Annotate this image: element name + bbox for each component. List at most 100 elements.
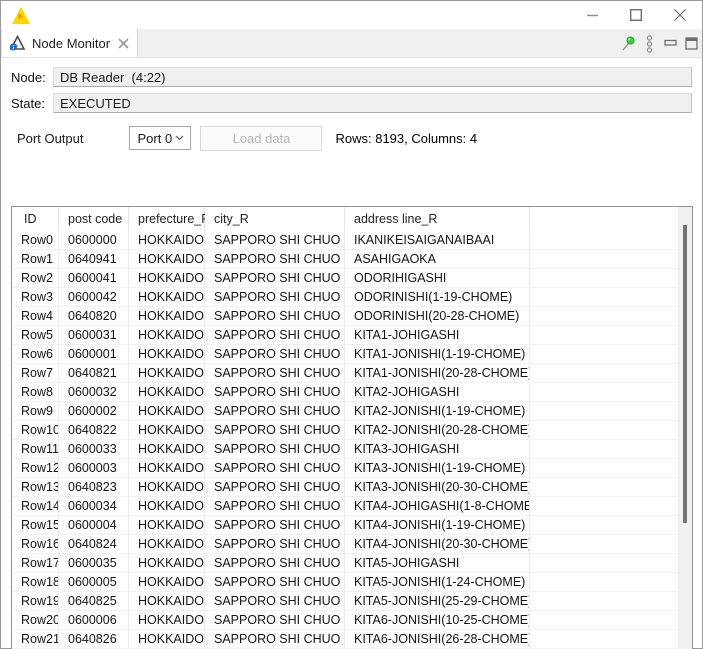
window-maximize-button[interactable] <box>614 1 658 29</box>
table-cell: Row11 <box>12 440 59 459</box>
column-header-prefecture[interactable]: prefecture_R <box>129 207 210 231</box>
vertical-scrollbar[interactable] <box>678 207 692 649</box>
table-cell: SAPPORO SHI CHUO KU <box>205 478 345 497</box>
table-cell: Row10 <box>12 421 59 440</box>
table-row[interactable]: Row120600003HOKKAIDOSAPPORO SHI CHUO KUK… <box>12 459 692 478</box>
table-cell: SAPPORO SHI CHUO KU <box>205 402 345 421</box>
maximize-view-button[interactable] <box>681 29 702 58</box>
table-row[interactable]: Row200600006HOKKAIDOSAPPORO SHI CHUO KUK… <box>12 611 692 630</box>
table-cell <box>530 440 692 459</box>
table-cell: SAPPORO SHI CHUO KU <box>205 345 345 364</box>
table-row[interactable]: Row40640820HOKKAIDOSAPPORO SHI CHUO KUOD… <box>12 307 692 326</box>
table-row[interactable]: Row210640826HOKKAIDOSAPPORO SHI CHUO KUK… <box>12 630 692 649</box>
table-cell <box>530 516 692 535</box>
table-cell: Row7 <box>12 364 59 383</box>
window-maximize-icon <box>630 9 642 21</box>
table-cell: KITA2-JOHIGASHI <box>345 383 530 402</box>
table-cell: HOKKAIDO <box>129 250 205 269</box>
table-row[interactable]: Row20600041HOKKAIDOSAPPORO SHI CHUO KUOD… <box>12 269 692 288</box>
table-cell <box>530 402 692 421</box>
table-cell: ODORIHIGASHI <box>345 269 530 288</box>
table-cell: SAPPORO SHI CHUO KU <box>205 364 345 383</box>
table-cell <box>530 231 692 250</box>
column-header-address-line[interactable]: address line_R <box>345 207 530 231</box>
node-label: Node: <box>11 69 46 85</box>
table-cell: 0600032 <box>59 383 129 402</box>
table-row[interactable]: Row160640824HOKKAIDOSAPPORO SHI CHUO KUK… <box>12 535 692 554</box>
table-cell: 0640825 <box>59 592 129 611</box>
table-row[interactable]: Row80600032HOKKAIDOSAPPORO SHI CHUO KUKI… <box>12 383 692 402</box>
table-row[interactable]: Row190640825HOKKAIDOSAPPORO SHI CHUO KUK… <box>12 592 692 611</box>
table-cell <box>530 554 692 573</box>
column-header-id[interactable]: ID <box>12 207 59 231</box>
table-cell: HOKKAIDO <box>129 554 205 573</box>
table-cell: KITA3-JOHIGASHI <box>345 440 530 459</box>
table-cell <box>530 421 692 440</box>
table-cell: HOKKAIDO <box>129 402 205 421</box>
column-header-city[interactable]: city_R <box>205 207 345 231</box>
table-cell: HOKKAIDO <box>129 516 205 535</box>
window-close-button[interactable] <box>658 1 702 29</box>
table-row[interactable]: Row50600031HOKKAIDOSAPPORO SHI CHUO KUKI… <box>12 326 692 345</box>
table-cell: SAPPORO SHI CHUO KU <box>205 630 345 649</box>
table-cell <box>530 478 692 497</box>
window-minimize-button[interactable] <box>570 1 614 29</box>
tab-label: Node Monitor <box>32 35 111 51</box>
table-row[interactable]: Row90600002HOKKAIDOSAPPORO SHI CHUO KUKI… <box>12 402 692 421</box>
table-cell: 0640823 <box>59 478 129 497</box>
table-cell: Row8 <box>12 383 59 402</box>
table-row[interactable]: Row140600034HOKKAIDOSAPPORO SHI CHUO KUK… <box>12 497 692 516</box>
table-cell: 0600031 <box>59 326 129 345</box>
table-row[interactable]: Row70640821HOKKAIDOSAPPORO SHI CHUO KUKI… <box>12 364 692 383</box>
table-cell: HOKKAIDO <box>129 364 205 383</box>
column-header-post-code[interactable]: post code <box>59 207 129 231</box>
table-cell: HOKKAIDO <box>129 421 205 440</box>
table-cell: KITA1-JONISHI(1-19-CHOME) <box>345 345 530 364</box>
pin-icon <box>622 36 635 50</box>
table-cell: HOKKAIDO <box>129 231 205 250</box>
tab-node-monitor[interactable]: i Node Monitor <box>1 29 139 57</box>
table-cell: KITA5-JOHIGASHI <box>345 554 530 573</box>
table-row[interactable]: Row30600042HOKKAIDOSAPPORO SHI CHUO KUOD… <box>12 288 692 307</box>
table-cell: ODORINISHI(20-28-CHOME) <box>345 307 530 326</box>
table-row[interactable]: Row130640823HOKKAIDOSAPPORO SHI CHUO KUK… <box>12 478 692 497</box>
view-menu-icon <box>646 34 653 53</box>
tab-close-icon[interactable] <box>118 37 129 49</box>
pin-view-button[interactable] <box>618 29 639 58</box>
table-cell: 0600005 <box>59 573 129 592</box>
port-select-dropdown[interactable]: Port 0 <box>129 126 192 150</box>
port-output-label: Port Output <box>17 130 84 146</box>
table-cell: SAPPORO SHI CHUO KU <box>205 307 345 326</box>
table-cell: ASAHIGAOKA <box>345 250 530 269</box>
table-cell: SAPPORO SHI CHUO KU <box>205 535 345 554</box>
table-body: Row00600000HOKKAIDOSAPPORO SHI CHUO KUIK… <box>12 231 692 649</box>
table-row[interactable]: Row110600033HOKKAIDOSAPPORO SHI CHUO KUK… <box>12 440 692 459</box>
table-cell: 0640821 <box>59 364 129 383</box>
port-select-value: Port 0 <box>137 130 173 146</box>
window-minimize-icon <box>586 14 598 16</box>
svg-text:i: i <box>12 45 14 51</box>
minimize-view-button[interactable] <box>660 29 681 58</box>
view-menu-button[interactable] <box>639 29 660 58</box>
table-cell <box>530 497 692 516</box>
table-cell: ODORINISHI(1-19-CHOME) <box>345 288 530 307</box>
table-cell: SAPPORO SHI CHUO KU <box>205 269 345 288</box>
table-row[interactable]: Row00600000HOKKAIDOSAPPORO SHI CHUO KUIK… <box>12 231 692 250</box>
load-data-button[interactable]: Load data <box>200 125 323 151</box>
table-row[interactable]: Row150600004HOKKAIDOSAPPORO SHI CHUO KUK… <box>12 516 692 535</box>
node-monitor-icon: i <box>9 35 26 51</box>
node-monitor-window: i Node Monitor Node: DB Reader (4:22) St… <box>0 0 703 649</box>
table-cell: 0600006 <box>59 611 129 630</box>
node-monitor-view: Node: DB Reader (4:22) State: EXECUTED P… <box>1 58 702 649</box>
table-row[interactable]: Row60600001HOKKAIDOSAPPORO SHI CHUO KUKI… <box>12 345 692 364</box>
table-row[interactable]: Row10640941HOKKAIDOSAPPORO SHI CHUO KUAS… <box>12 250 692 269</box>
table-row[interactable]: Row170600035HOKKAIDOSAPPORO SHI CHUO KUK… <box>12 554 692 573</box>
table-row[interactable]: Row100640822HOKKAIDOSAPPORO SHI CHUO KUK… <box>12 421 692 440</box>
table-cell: HOKKAIDO <box>129 326 205 345</box>
table-cell: 0600042 <box>59 288 129 307</box>
scrollbar-thumb[interactable] <box>683 225 687 524</box>
table-cell: Row5 <box>12 326 59 345</box>
knime-logo-icon <box>11 6 31 25</box>
table-cell: IKANIKEISAIGANAIBAAI <box>345 231 530 250</box>
table-row[interactable]: Row180600005HOKKAIDOSAPPORO SHI CHUO KUK… <box>12 573 692 592</box>
